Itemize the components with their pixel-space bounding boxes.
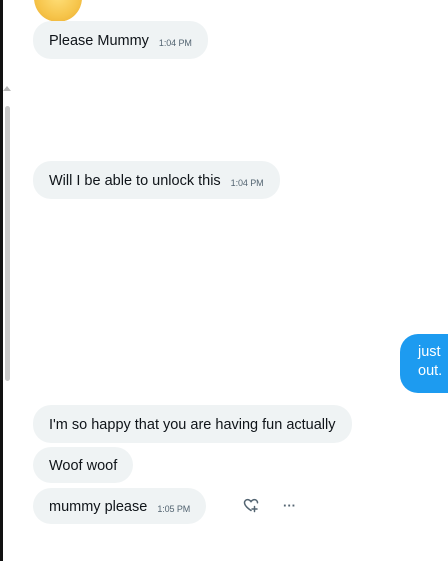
- message-text: Please Mummy: [49, 33, 149, 49]
- scroll-up-arrow-icon[interactable]: [3, 86, 11, 91]
- avatar[interactable]: [34, 0, 82, 22]
- message-bubble-outgoing[interactable]: just out.: [400, 334, 448, 393]
- message-bubble-incoming[interactable]: I'm so happy that you are having fun act…: [33, 405, 352, 443]
- message-timestamp: 1:04 PM: [230, 178, 264, 188]
- message-timestamp: 1:05 PM: [157, 504, 191, 514]
- scrollbar[interactable]: [3, 86, 12, 386]
- scroll-thumb[interactable]: [5, 106, 10, 381]
- heart-plus-icon-svg: [243, 498, 259, 513]
- message-timestamp: 1:04 PM: [158, 38, 192, 48]
- message-bubble-incoming[interactable]: mummy please 1:05 PM: [33, 488, 207, 524]
- message-text: mummy please: [49, 499, 148, 515]
- more-icon[interactable]: ···: [283, 497, 301, 515]
- message-text-line: out.: [418, 363, 443, 379]
- message-text: Woof woof: [49, 458, 118, 474]
- message-bubble-incoming[interactable]: Will I be able to unlock this 1:04 PM: [33, 161, 280, 199]
- message-text: Will I be able to unlock this: [49, 173, 221, 189]
- message-text: I'm so happy that you are having fun act…: [49, 417, 336, 433]
- message-bubble-incoming[interactable]: Woof woof: [33, 447, 134, 483]
- chat-thread: Please Mummy 1:04 PM Will I be able to un…: [0, 0, 448, 561]
- message-text-line: just: [418, 344, 441, 360]
- heart-plus-icon[interactable]: [243, 497, 261, 515]
- message-bubble-incoming[interactable]: Please Mummy 1:04 PM: [33, 21, 208, 59]
